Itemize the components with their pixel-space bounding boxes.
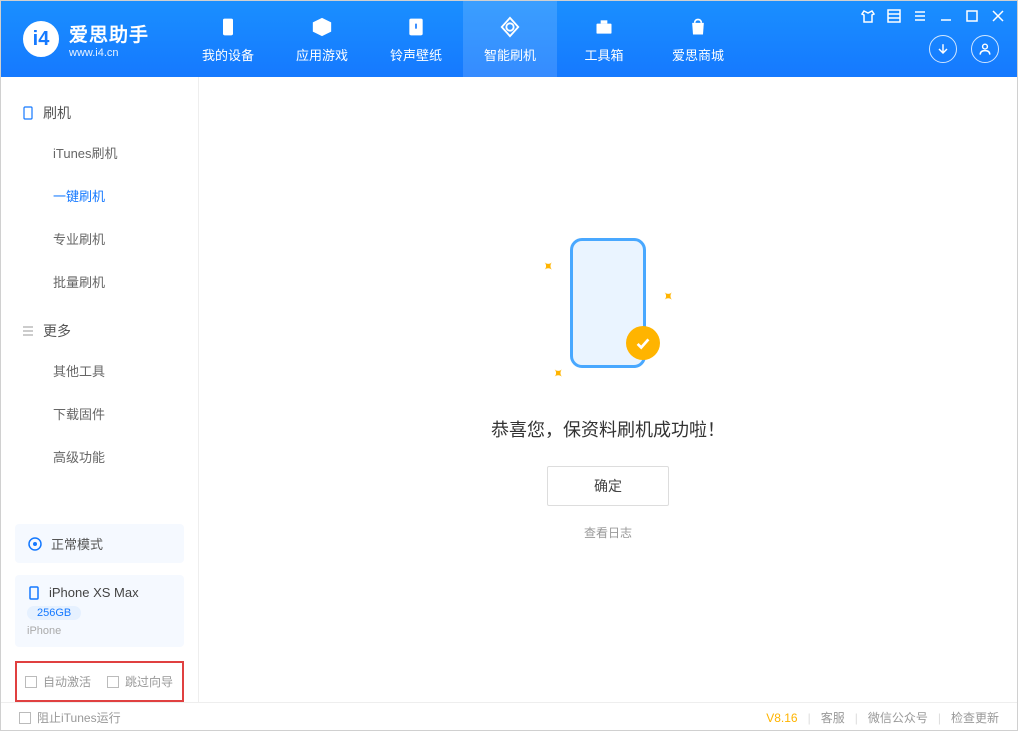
status-icon [27, 536, 43, 552]
ok-button[interactable]: 确定 [547, 466, 669, 506]
separator: | [938, 711, 941, 725]
download-button[interactable] [929, 35, 957, 63]
toolbox-icon [592, 15, 616, 39]
bag-icon [686, 15, 710, 39]
nav-tab-store[interactable]: 爱思商城 [651, 1, 745, 77]
nav-label: 智能刷机 [484, 45, 536, 64]
checkbox-label: 自动激活 [43, 673, 91, 690]
checkbox-label: 跳过向导 [125, 673, 173, 690]
section-title: 刷机 [43, 103, 71, 123]
separator: | [855, 711, 858, 725]
refresh-icon [498, 15, 522, 39]
phone-icon [216, 15, 240, 39]
checkbox-icon [107, 676, 119, 688]
footer-link-support[interactable]: 客服 [821, 709, 845, 726]
view-log-link[interactable]: 查看日志 [584, 524, 632, 541]
checkbox-block-itunes[interactable]: 阻止iTunes运行 [19, 709, 121, 726]
main-content: ✦ ✦ ✦ 恭喜您，保资料刷机成功啦！ 确定 查看日志 [199, 77, 1017, 702]
nav-label: 应用游戏 [296, 45, 348, 64]
sidebar: 刷机 iTunes刷机 一键刷机 专业刷机 批量刷机 更多 其他工具 下载固件 … [1, 77, 199, 702]
section-title: 更多 [43, 321, 71, 341]
brand-name: 爱思助手 [69, 20, 149, 47]
sparkle-icon: ✦ [548, 363, 568, 383]
sidebar-item-advanced[interactable]: 高级功能 [1, 435, 198, 478]
version-label: V8.16 [766, 711, 797, 725]
checkbox-icon [25, 676, 37, 688]
footer-link-update[interactable]: 检查更新 [951, 709, 999, 726]
nav-tabs: 我的设备 应用游戏 铃声壁纸 智能刷机 工具箱 爱思商城 [181, 1, 745, 77]
minimize-button[interactable] [939, 9, 953, 23]
nav-tab-flash[interactable]: 智能刷机 [463, 1, 557, 77]
sidebar-section-more: 更多 [1, 313, 198, 349]
window-controls [861, 9, 1005, 23]
user-button[interactable] [971, 35, 999, 63]
sidebar-item-pro-flash[interactable]: 专业刷机 [1, 217, 198, 260]
options-highlighted-row: 自动激活 跳过向导 [15, 661, 184, 702]
maximize-button[interactable] [965, 9, 979, 23]
nav-tab-device[interactable]: 我的设备 [181, 1, 275, 77]
checkbox-skip-guide[interactable]: 跳过向导 [107, 673, 173, 690]
list-icon[interactable] [913, 9, 927, 23]
sidebar-item-other-tools[interactable]: 其他工具 [1, 349, 198, 392]
nav-label: 爱思商城 [672, 45, 724, 64]
checkbox-auto-activate[interactable]: 自动激活 [25, 673, 91, 690]
checkbox-icon [19, 712, 31, 724]
checkbox-label: 阻止iTunes运行 [37, 709, 121, 726]
success-message: 恭喜您，保资料刷机成功啦！ [491, 416, 725, 442]
list-icon [21, 324, 35, 338]
sidebar-item-itunes-flash[interactable]: iTunes刷机 [1, 131, 198, 174]
device-mode-card[interactable]: 正常模式 [15, 524, 184, 563]
success-check-badge [626, 326, 660, 360]
close-button[interactable] [991, 9, 1005, 23]
device-mode-label: 正常模式 [51, 534, 103, 553]
sidebar-item-download-firmware[interactable]: 下载固件 [1, 392, 198, 435]
separator: | [808, 711, 811, 725]
success-illustration: ✦ ✦ ✦ [548, 238, 668, 388]
status-bar: 阻止iTunes运行 V8.16 | 客服 | 微信公众号 | 检查更新 [1, 702, 1017, 732]
menu-icon[interactable] [887, 9, 901, 23]
device-name: iPhone XS Max [49, 585, 139, 600]
logo-icon: i4 [23, 21, 59, 57]
sparkle-icon: ✦ [658, 286, 678, 306]
footer-link-wechat[interactable]: 微信公众号 [868, 709, 928, 726]
sidebar-item-oneclick-flash[interactable]: 一键刷机 [1, 174, 198, 217]
sparkle-icon: ✦ [538, 256, 558, 276]
nav-label: 铃声壁纸 [390, 45, 442, 64]
nav-tab-toolbox[interactable]: 工具箱 [557, 1, 651, 77]
nav-tab-ringtones[interactable]: 铃声壁纸 [369, 1, 463, 77]
sidebar-section-flash: 刷机 [1, 95, 198, 131]
title-bar: i4 爱思助手 www.i4.cn 我的设备 应用游戏 铃声壁纸 智能刷机 工具… [1, 1, 1017, 77]
music-icon [404, 15, 428, 39]
shirt-icon[interactable] [861, 9, 875, 23]
brand-site: www.i4.cn [69, 47, 149, 59]
app-logo: i4 爱思助手 www.i4.cn [1, 1, 181, 77]
device-info-card[interactable]: iPhone XS Max 256GB iPhone [15, 575, 184, 647]
device-icon [21, 106, 35, 120]
header-actions [929, 35, 999, 63]
device-type-label: iPhone [27, 625, 172, 637]
nav-tab-apps[interactable]: 应用游戏 [275, 1, 369, 77]
nav-label: 工具箱 [584, 45, 623, 64]
phone-icon [27, 586, 41, 600]
cube-icon [310, 15, 334, 39]
sidebar-item-batch-flash[interactable]: 批量刷机 [1, 260, 198, 303]
device-storage-badge: 256GB [27, 606, 81, 620]
nav-label: 我的设备 [202, 45, 254, 64]
